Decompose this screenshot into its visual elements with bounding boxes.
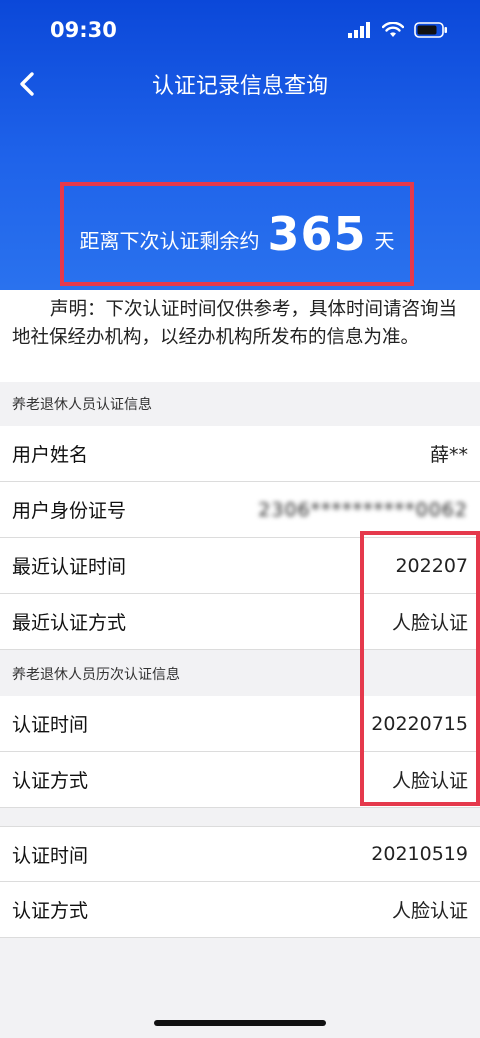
row-recent-method: 最近认证方式 人脸认证 (0, 594, 480, 650)
row-recent-time: 最近认证时间 202207 (0, 538, 480, 594)
header-banner: 09:30 认证记录信息查询 距离下次认证剩余约 365 天 (0, 0, 480, 290)
page-title: 认证记录信息查询 (151, 74, 328, 99)
row-value: 人脸认证 (391, 770, 468, 792)
row-label: 用户姓名 (12, 444, 89, 466)
history-row-method: 认证方式 人脸认证 (0, 752, 480, 808)
status-time: 09:30 (50, 18, 117, 42)
status-icons (348, 22, 448, 38)
history-row-time: 认证时间 20220715 (0, 696, 480, 752)
history-row-time: 认证时间 20210519 (0, 826, 480, 882)
row-id-number: 用户身份证号 2306**********0062 (0, 482, 480, 538)
notice-text: 声明：下次认证时间仅供参考，具体时间请咨询当地社保经办机构，以经办机构所发布的信… (0, 290, 480, 382)
row-user-name: 用户姓名 薛** (0, 426, 480, 482)
row-value: 2306**********0062 (258, 498, 468, 521)
row-label: 认证时间 (12, 844, 89, 867)
row-value: 20220715 (371, 712, 468, 735)
row-value: 人脸认证 (391, 900, 468, 922)
row-value: 20210519 (371, 843, 468, 865)
wifi-icon (382, 22, 404, 37)
section-title-current: 养老退休人员认证信息 (0, 382, 480, 426)
status-bar: 09:30 (0, 0, 480, 56)
row-value: 202207 (395, 554, 468, 577)
row-label: 认证方式 (12, 900, 89, 922)
row-value: 人脸认证 (391, 612, 468, 634)
nav-bar: 认证记录信息查询 (0, 56, 480, 112)
home-indicator[interactable] (154, 1020, 326, 1026)
countdown-days: 365 (267, 207, 367, 261)
row-label: 用户身份证号 (12, 500, 127, 522)
row-label: 认证时间 (12, 714, 89, 736)
countdown-prefix: 距离下次认证剩余约 (79, 228, 260, 253)
row-label: 认证方式 (12, 770, 89, 792)
countdown-suffix: 天 (374, 228, 395, 253)
countdown-box: 距离下次认证剩余约 365 天 (60, 182, 414, 286)
battery-icon (414, 22, 447, 38)
row-value: 薛** (429, 444, 468, 466)
row-label: 最近认证时间 (12, 556, 127, 578)
section-title-history: 养老退休人员历次认证信息 (0, 652, 480, 696)
history-row-method: 认证方式 人脸认证 (0, 882, 480, 938)
signal-icon (348, 22, 370, 38)
row-label: 最近认证方式 (12, 612, 127, 634)
